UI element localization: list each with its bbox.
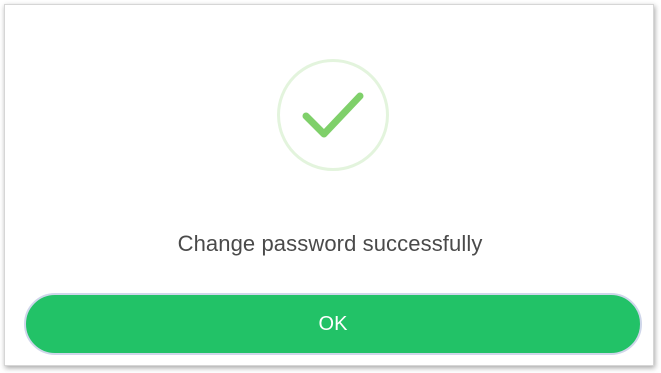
ok-button[interactable]: OK <box>24 293 642 355</box>
success-circle <box>277 59 389 171</box>
success-dialog: Change password successfully OK <box>4 4 654 366</box>
success-message: Change password successfully <box>177 231 483 256</box>
check-icon <box>302 92 364 138</box>
